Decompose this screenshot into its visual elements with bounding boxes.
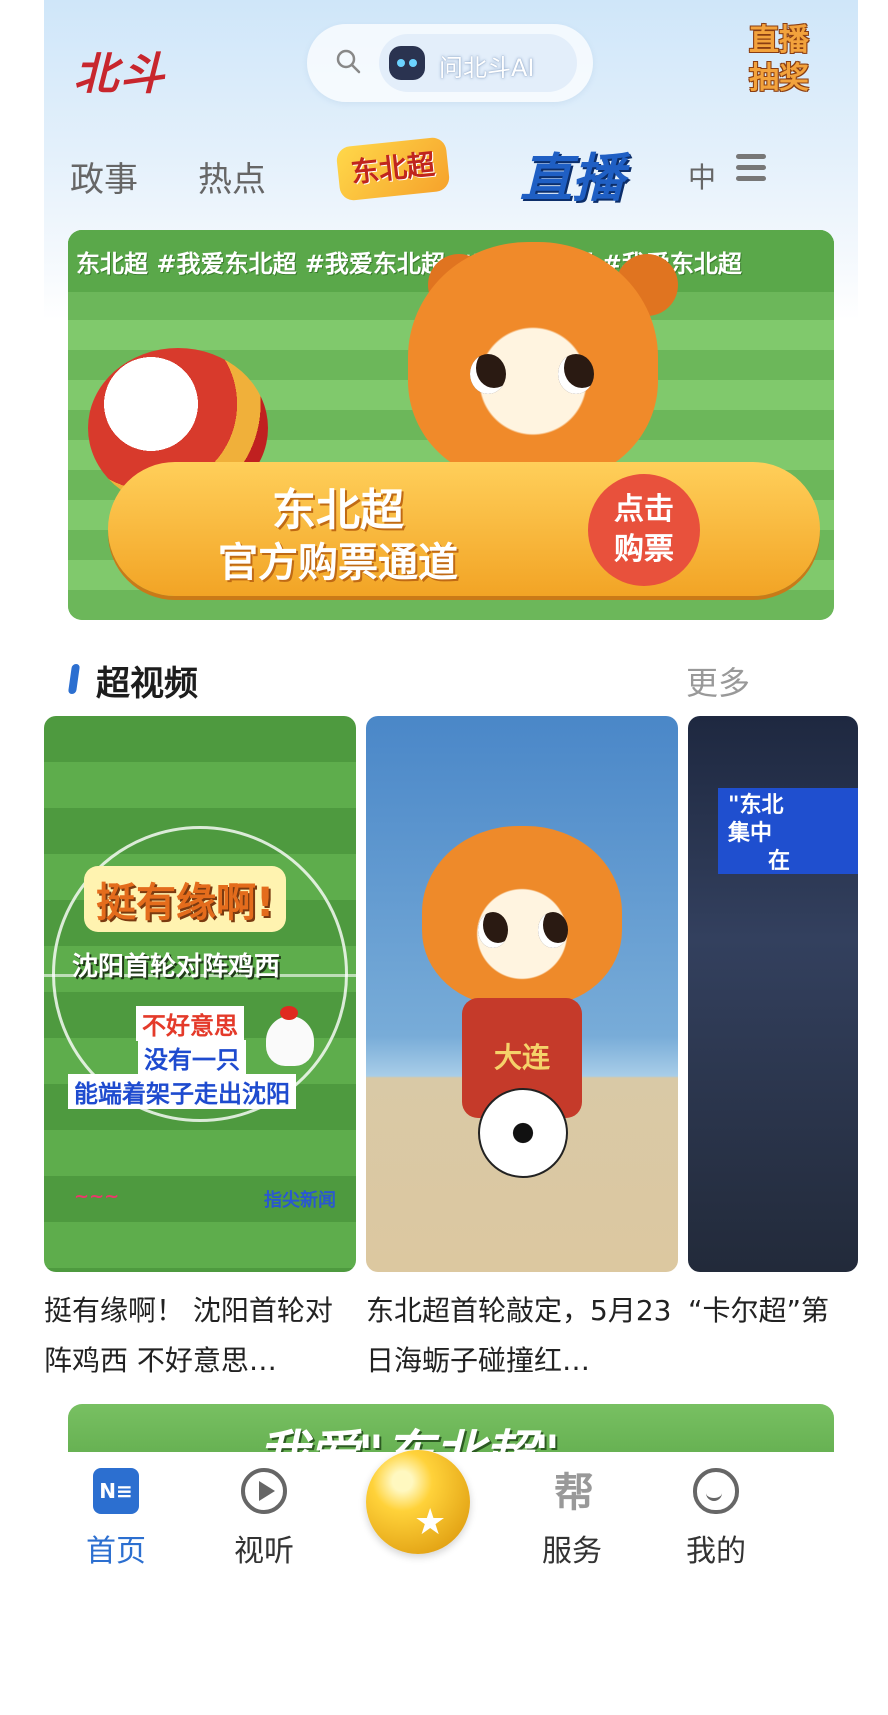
video-card[interactable]: "东北 集中 在 — [688, 716, 858, 1272]
sign-line: "东北 — [728, 793, 784, 818]
channel-logo: ~~~ — [74, 1186, 120, 1207]
video-overlay-line: 不好意思 — [136, 1006, 244, 1041]
banner-title: 东北超 — [272, 485, 404, 536]
section-more-link[interactable]: 更多 — [686, 658, 750, 704]
tab-live[interactable]: 直播 — [520, 136, 624, 211]
tiger-mascot-image — [408, 242, 658, 482]
nav-profile[interactable]: 我的 — [656, 1466, 776, 1586]
nav-media-label: 视听 — [234, 1534, 294, 1569]
search-bar[interactable]: 问北斗AI — [307, 24, 593, 102]
buy-ticket-line2: 购票 — [614, 532, 674, 567]
nav-home-label: 首页 — [86, 1534, 146, 1569]
app-screen: 北斗 问北斗AI 直播 抽奖 政事 热点 东北超 直播 中 东北超 #我爱东北超… — [44, 0, 858, 1715]
sign-line: 在 — [768, 849, 791, 874]
video-caption[interactable]: “卡尔超”第 — [688, 1286, 858, 1336]
video-overlay-headline: 挺有缘啊! — [84, 866, 287, 932]
tiger-mascot-image — [422, 826, 622, 1006]
rooster-icon — [266, 1006, 314, 1066]
nav-profile-label: 我的 — [686, 1534, 746, 1569]
ai-assistant-button[interactable]: 问北斗AI — [379, 34, 577, 92]
tiger-eye — [558, 354, 594, 394]
service-icon: 帮 — [554, 1470, 594, 1516]
ticket-banner[interactable]: 东北超 #我爱东北超 #我爱东北超 #我爱东北超 #我爱东北超 东北超 官方购票… — [68, 230, 834, 620]
tab-partial[interactable]: 中 — [688, 156, 716, 196]
news-logo: 指尖新闻 — [264, 1190, 336, 1211]
video-overlay-line: 没有一只 — [138, 1040, 246, 1075]
lottery-line1: 直播 — [749, 23, 809, 58]
gold-coin-icon[interactable] — [366, 1450, 470, 1554]
search-icon — [336, 49, 361, 74]
buy-ticket-button[interactable]: 点击 购票 — [588, 474, 700, 586]
nav-service-label: 服务 — [542, 1534, 602, 1569]
live-lottery-button[interactable]: 直播 抽奖 — [724, 22, 834, 98]
nav-media[interactable]: 视听 — [204, 1466, 324, 1586]
banner-subtitle: 官方购票通道 — [218, 540, 458, 586]
section-title: 超视频 — [96, 664, 198, 704]
play-icon — [241, 1468, 287, 1514]
jersey-text: 大连 — [493, 1041, 550, 1074]
tiger-eye — [470, 354, 506, 394]
video-overlay-sign: "东北 集中 在 — [718, 788, 858, 874]
channel-menu-icon[interactable] — [730, 148, 770, 188]
home-icon: N≡ — [93, 1468, 139, 1514]
bottom-nav: N≡ 首页 视听 帮 服务 我的 — [44, 1450, 858, 1715]
tab-politics[interactable]: 政事 — [70, 152, 138, 201]
ticket-cta-bar[interactable]: 东北超 官方购票通道 点击 购票 — [108, 462, 820, 596]
video-overlay-subtitle: 沈阳首轮对阵鸡西 — [72, 952, 281, 982]
nav-service[interactable]: 帮 服务 — [512, 1466, 632, 1586]
ai-assistant-label: 问北斗AI — [439, 54, 535, 82]
left-margin — [0, 0, 44, 1715]
profile-icon — [693, 1468, 739, 1514]
tab-northeast-super[interactable]: 东北超 — [335, 136, 451, 202]
robot-icon — [389, 46, 425, 80]
right-margin — [858, 0, 888, 1715]
app-logo[interactable]: 北斗 — [74, 38, 166, 102]
video-card[interactable]: 大连 — [366, 716, 678, 1272]
nav-home[interactable]: N≡ 首页 — [56, 1466, 176, 1586]
lottery-line2: 抽奖 — [749, 61, 809, 96]
channel-tabs: 政事 热点 东北超 直播 中 — [44, 130, 858, 210]
soccer-ball-image — [478, 1088, 568, 1178]
sign-line: 集中 — [728, 821, 773, 846]
video-overlay-line: 能端着架子走出沈阳 — [68, 1074, 296, 1109]
video-card[interactable]: 挺有缘啊! 沈阳首轮对阵鸡西 不好意思 没有一只 能端着架子走出沈阳 ~~~ 指… — [44, 716, 356, 1272]
section-accent-bar — [67, 664, 81, 694]
tiger-eye — [478, 912, 508, 948]
tiger-eye — [538, 912, 568, 948]
buy-ticket-line1: 点击 — [614, 492, 674, 527]
video-caption[interactable]: 挺有缘啊！ 沈阳首轮对阵鸡西 不好意思… — [44, 1286, 356, 1386]
video-caption[interactable]: 东北超首轮敲定，5月23日海蛎子碰撞红… — [366, 1286, 678, 1386]
tab-hot[interactable]: 热点 — [198, 152, 266, 201]
